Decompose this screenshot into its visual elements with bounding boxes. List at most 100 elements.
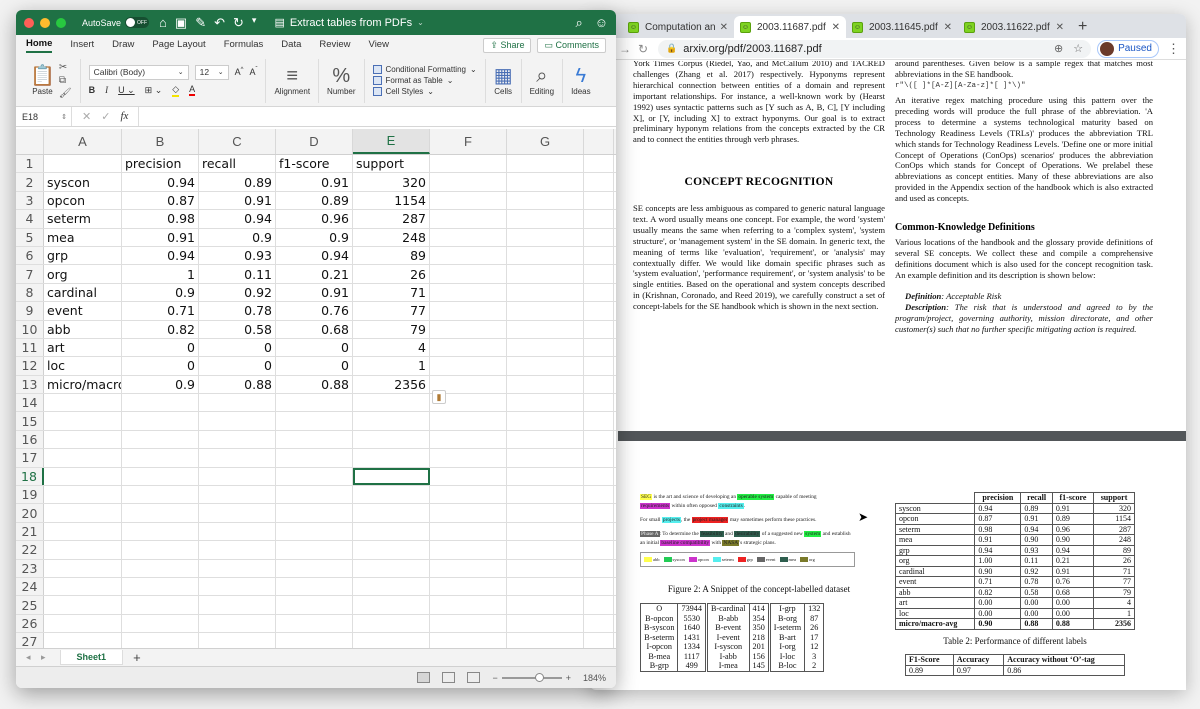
row-header[interactable]: 15 xyxy=(16,412,44,430)
cell[interactable]: 0.89 xyxy=(276,191,353,210)
tab-data[interactable]: Data xyxy=(281,39,301,52)
cell[interactable] xyxy=(353,559,430,577)
row-header[interactable]: 3 xyxy=(16,191,44,210)
conditional-formatting-button[interactable]: Conditional Formatting ⌄ xyxy=(372,65,477,74)
zoom-slider[interactable]: − + xyxy=(492,672,571,683)
cell[interactable] xyxy=(276,394,353,412)
cell[interactable] xyxy=(507,320,584,338)
cell[interactable]: 0.87 xyxy=(122,191,199,210)
font-size-select[interactable]: 12 ⌄ xyxy=(194,64,229,80)
maximize-window-button[interactable] xyxy=(56,17,66,28)
cell[interactable] xyxy=(430,412,507,430)
cell[interactable]: 0.82 xyxy=(122,320,199,338)
format-painter-icon[interactable]: 🖌 xyxy=(59,87,72,100)
cell[interactable] xyxy=(507,504,584,522)
cell[interactable] xyxy=(430,228,507,246)
cell[interactable]: 0.9 xyxy=(276,228,353,246)
close-window-button[interactable] xyxy=(24,17,34,28)
cell[interactable] xyxy=(430,559,507,577)
cell[interactable] xyxy=(430,449,507,467)
cell[interactable] xyxy=(430,486,507,504)
cell[interactable] xyxy=(199,430,276,449)
cell[interactable] xyxy=(507,449,584,467)
cell[interactable]: 0.68 xyxy=(276,320,353,338)
decrease-font-icon[interactable]: Aˇ xyxy=(249,67,257,77)
cell[interactable] xyxy=(430,577,507,596)
tab-draw[interactable]: Draw xyxy=(112,39,134,52)
autosave-toggle[interactable]: OFF xyxy=(125,17,150,28)
row-header[interactable]: 23 xyxy=(16,559,44,577)
column-header[interactable]: A xyxy=(44,129,122,154)
browser-tab[interactable]: ☺Computation and Lan✕ xyxy=(622,16,734,38)
cell[interactable]: 0 xyxy=(276,338,353,357)
cell[interactable] xyxy=(430,155,507,173)
cell[interactable] xyxy=(353,412,430,430)
row-header[interactable]: 18 xyxy=(16,467,44,486)
cell[interactable] xyxy=(199,577,276,596)
cell[interactable] xyxy=(430,541,507,559)
reload-icon[interactable]: ↻ xyxy=(634,42,652,56)
row-header[interactable]: 12 xyxy=(16,357,44,375)
cell[interactable]: 0.11 xyxy=(199,265,276,283)
page-layout-view-icon[interactable] xyxy=(442,672,456,683)
cell[interactable] xyxy=(353,614,430,633)
cell[interactable] xyxy=(199,541,276,559)
cell[interactable] xyxy=(44,430,122,449)
cell[interactable] xyxy=(199,596,276,614)
increase-font-icon[interactable]: A^ xyxy=(235,67,244,77)
page-break-view-icon[interactable] xyxy=(467,672,481,683)
forward-icon[interactable]: → xyxy=(616,42,634,56)
font-name-select[interactable]: Calibri (Body) ⌄ xyxy=(88,64,189,80)
row-header[interactable]: 20 xyxy=(16,504,44,522)
row-header[interactable]: 17 xyxy=(16,449,44,467)
cell[interactable] xyxy=(430,191,507,210)
row-header[interactable]: 14 xyxy=(16,394,44,412)
cell[interactable] xyxy=(507,265,584,283)
zoom-slider-thumb[interactable] xyxy=(534,672,544,682)
redo-icon[interactable]: ↻ xyxy=(233,15,244,31)
cell[interactable]: syscon xyxy=(44,173,122,191)
cell[interactable] xyxy=(507,596,584,614)
feedback-smiley-icon[interactable]: ☺ xyxy=(595,15,608,31)
cell[interactable] xyxy=(122,522,199,541)
zoom-in-icon[interactable]: + xyxy=(566,673,571,683)
column-header[interactable]: E xyxy=(353,129,430,154)
cell[interactable]: 0.58 xyxy=(199,320,276,338)
italic-button[interactable]: I xyxy=(105,85,108,95)
cell[interactable] xyxy=(122,394,199,412)
cell[interactable]: cardinal xyxy=(44,283,122,302)
cell[interactable]: 1 xyxy=(353,357,430,375)
cell[interactable]: 77 xyxy=(353,302,430,320)
cell[interactable] xyxy=(276,486,353,504)
cell[interactable] xyxy=(122,559,199,577)
cell[interactable] xyxy=(507,246,584,265)
cell[interactable] xyxy=(507,302,584,320)
cell[interactable] xyxy=(507,283,584,302)
cell[interactable] xyxy=(44,467,122,486)
cell[interactable]: 0.89 xyxy=(199,173,276,191)
ideas-button[interactable]: ϟ Ideas xyxy=(563,59,599,103)
row-header[interactable]: 24 xyxy=(16,577,44,596)
cell[interactable] xyxy=(507,522,584,541)
close-tab-icon[interactable]: ✕ xyxy=(832,22,840,33)
cell[interactable]: 0.91 xyxy=(199,191,276,210)
cell[interactable] xyxy=(507,191,584,210)
cell[interactable] xyxy=(122,596,199,614)
cell[interactable]: 0 xyxy=(122,357,199,375)
cell[interactable]: 0 xyxy=(199,357,276,375)
cell[interactable] xyxy=(353,522,430,541)
close-tab-icon[interactable]: ✕ xyxy=(1056,22,1064,33)
edit-icon[interactable]: ✎ xyxy=(195,15,206,31)
cell[interactable] xyxy=(276,504,353,522)
cell[interactable] xyxy=(122,449,199,467)
cell[interactable] xyxy=(507,412,584,430)
cell[interactable] xyxy=(430,614,507,633)
row-header[interactable]: 25 xyxy=(16,596,44,614)
row-header[interactable]: 1 xyxy=(16,155,44,173)
row-header[interactable]: 21 xyxy=(16,522,44,541)
cell[interactable]: 320 xyxy=(353,173,430,191)
cell[interactable]: grp xyxy=(44,246,122,265)
cell[interactable]: precision xyxy=(122,155,199,173)
cell[interactable] xyxy=(507,559,584,577)
cell[interactable] xyxy=(430,357,507,375)
